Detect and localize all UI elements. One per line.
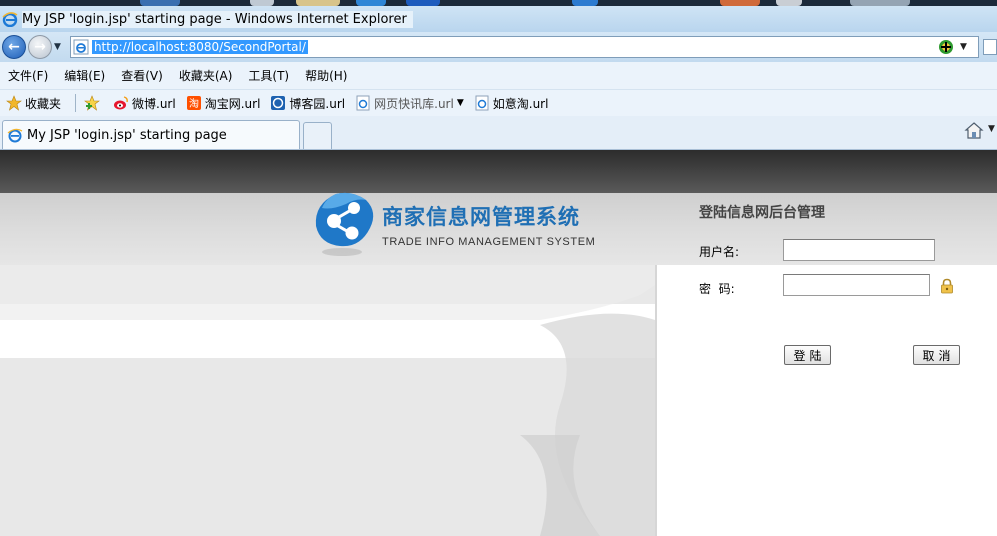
ie-tab-icon xyxy=(7,128,23,143)
menu-tools[interactable]: 工具(T) xyxy=(248,67,289,84)
address-dropdown-icon[interactable]: ▼ xyxy=(960,42,974,52)
page-ie-icon xyxy=(73,39,89,55)
home-icon[interactable] xyxy=(964,121,984,141)
favorite-taobao[interactable]: 淘 淘宝网.url xyxy=(186,95,261,112)
header-band xyxy=(0,150,997,193)
favorites-label: 收藏夹 xyxy=(25,96,62,111)
logo-title: 商家信息网管理系统 xyxy=(382,205,580,229)
favorites-bar: 收藏夹 微博.url 淘 淘宝网.url 博客园.url 网页快讯库.url ▼ xyxy=(0,90,997,116)
favorite-cnblogs[interactable]: 博客园.url xyxy=(270,95,345,112)
cancel-button[interactable]: 取消 xyxy=(913,345,960,365)
username-label: 用户名: xyxy=(699,245,740,259)
favorite-label: 如意淘.url xyxy=(492,96,549,111)
favorite-web-slices[interactable]: 网页快讯库.url ▼ xyxy=(355,95,464,112)
address-url[interactable]: http://localhost:8080/SecondPortal/ xyxy=(91,40,308,54)
star-icon xyxy=(6,95,22,111)
username-input[interactable] xyxy=(783,239,935,261)
new-tab-button[interactable] xyxy=(303,122,332,149)
logo-subtitle: TRADE INFO MANAGEMENT SYSTEM xyxy=(382,236,596,248)
forward-button[interactable]: → xyxy=(27,35,52,59)
compatibility-view-icon[interactable] xyxy=(938,39,954,55)
dropdown-arrow-icon[interactable]: ▼ xyxy=(457,98,464,108)
favorite-ruyitao[interactable]: 如意淘.url xyxy=(474,95,549,112)
login-button[interactable]: 登陆 xyxy=(784,345,831,365)
menu-file[interactable]: 文件(F) xyxy=(8,67,48,84)
password-input[interactable] xyxy=(783,274,930,296)
lock-icon xyxy=(941,278,953,294)
system-logo-icon xyxy=(315,192,374,256)
ie-page-icon xyxy=(474,95,490,111)
favorite-label: 微博.url xyxy=(132,96,176,111)
back-button[interactable]: ← xyxy=(2,35,26,59)
weibo-icon xyxy=(113,95,129,111)
tab-bar: My JSP 'login.jsp' starting page ▼ xyxy=(0,116,997,150)
ie-page-icon xyxy=(355,95,371,111)
add-favorite-button[interactable] xyxy=(84,95,103,111)
favorite-label: 博客园.url xyxy=(289,96,346,111)
recent-pages-dropdown[interactable]: ▼ xyxy=(54,42,66,52)
favorites-button[interactable]: 收藏夹 xyxy=(6,95,61,112)
refresh-button[interactable] xyxy=(983,39,997,55)
cnblogs-icon xyxy=(270,95,286,111)
login-title: 登陆信息网后台管理 xyxy=(699,205,825,221)
ie-logo-icon xyxy=(2,12,18,27)
taobao-icon: 淘 xyxy=(186,95,202,111)
forward-arrow-icon: → xyxy=(34,39,46,55)
favorites-separator xyxy=(75,94,77,112)
menu-view[interactable]: 查看(V) xyxy=(121,67,163,84)
favorite-label: 网页快讯库.url xyxy=(374,96,454,111)
tab-login-page[interactable]: My JSP 'login.jsp' starting page xyxy=(2,120,300,149)
address-bar[interactable]: http://localhost:8080/SecondPortal/ ▼ xyxy=(69,36,980,58)
background-swoosh xyxy=(0,265,655,536)
back-arrow-icon: ← xyxy=(8,39,20,55)
menu-help[interactable]: 帮助(H) xyxy=(305,67,347,84)
login-panel xyxy=(657,265,997,536)
address-toolbar: ← → ▼ http://localhost:8080/SecondPortal… xyxy=(0,32,997,62)
favorite-label: 淘宝网.url xyxy=(204,96,261,111)
svg-text:淘: 淘 xyxy=(189,97,199,110)
password-label: 密 码: xyxy=(699,282,735,296)
window-title: My JSP 'login.jsp' starting page - Windo… xyxy=(22,10,413,28)
favorite-weibo[interactable]: 微博.url xyxy=(113,95,176,112)
window-titlebar: My JSP 'login.jsp' starting page - Windo… xyxy=(0,6,997,32)
menu-edit[interactable]: 编辑(E) xyxy=(64,67,105,84)
home-dropdown-icon[interactable]: ▼ xyxy=(988,124,995,134)
tab-title: My JSP 'login.jsp' starting page xyxy=(27,127,227,143)
add-star-icon xyxy=(84,95,100,111)
menu-favorites[interactable]: 收藏夹(A) xyxy=(179,67,233,84)
menu-bar: 文件(F) 编辑(E) 查看(V) 收藏夹(A) 工具(T) 帮助(H) xyxy=(0,62,997,90)
